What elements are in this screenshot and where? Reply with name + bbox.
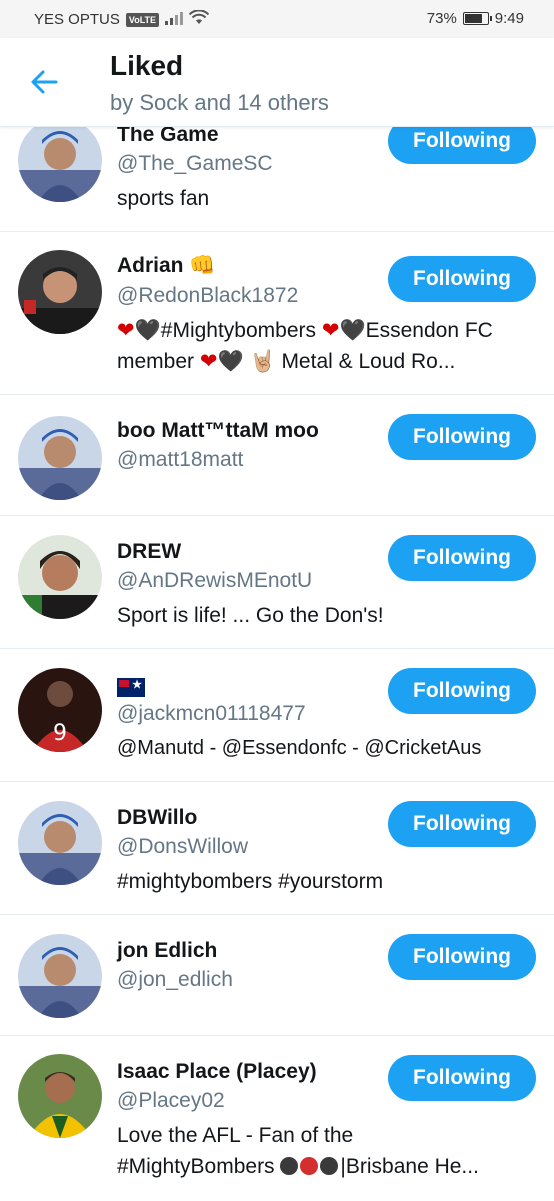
user-handle: @matt18matt [117, 448, 244, 471]
list-item[interactable]: jon Edlich @jon_edlich Following [0, 915, 554, 1036]
avatar[interactable] [18, 934, 102, 1018]
battery-percent: 73% [426, 10, 457, 27]
black-circle-icon [280, 1157, 299, 1175]
user-handle: @jon_edlich [117, 968, 233, 991]
following-button[interactable]: Following [388, 414, 536, 460]
volte-badge: VoLTE [125, 12, 160, 27]
user-bio: Love the AFL - Fan of the #MightyBombers… [117, 1124, 479, 1178]
avatar[interactable] [18, 801, 102, 885]
page-subtitle: by Sock and 14 others [110, 90, 329, 115]
avatar[interactable] [18, 416, 102, 500]
avatar[interactable] [18, 118, 102, 202]
avatar[interactable] [18, 535, 102, 619]
user-bio: #mightybombers #yourstorm [117, 870, 384, 893]
user-name: boo Matt™ttaM moo [117, 419, 319, 442]
svg-text:9: 9 [53, 721, 67, 746]
list-item[interactable]: Isaac Place (Placey) @Placey02 Love the … [0, 1036, 554, 1201]
following-button[interactable]: Following [388, 801, 536, 847]
red-circle-icon [300, 1157, 319, 1175]
signal-icon [165, 11, 184, 29]
list-item[interactable]: DBWillo @DonsWillow #mightybombers #your… [0, 782, 554, 915]
user-bio: @Manutd - @Essendonfc - @CricketAus [117, 737, 482, 759]
user-name: Isaac Place (Placey) [117, 1060, 317, 1083]
user-name: Adrian 👊 [117, 254, 216, 277]
list-item[interactable]: 9 @jackmcn01118477 @Manutd - @Essendonfc… [0, 649, 554, 782]
list-item[interactable]: DREW @AnDRewisMEnotU Sport is life! ... … [0, 516, 554, 649]
user-handle: @Placey02 [117, 1089, 225, 1112]
black-circle-icon [320, 1157, 339, 1175]
user-handle: @DonsWillow [117, 835, 249, 858]
list-item[interactable]: boo Matt™ttaM moo @matt18matt Following [0, 395, 554, 516]
user-name: DBWillo [117, 806, 198, 829]
user-name [117, 675, 145, 699]
avatar[interactable] [18, 250, 102, 334]
user-handle: @jackmcn01118477 [117, 702, 306, 725]
user-bio: Sport is life! ... Go the Don's! [117, 604, 384, 627]
user-handle: @The_GameSC [117, 152, 273, 175]
status-bar: YES OPTUS VoLTE 73% 9:49 [0, 0, 554, 38]
top-app-bar: Liked by Sock and 14 others [0, 38, 554, 127]
back-arrow-icon[interactable] [28, 66, 60, 98]
user-bio: ❤🖤#Mightybombers ❤🖤Essendon FC member ❤🖤… [117, 319, 493, 373]
following-button[interactable]: Following [388, 535, 536, 581]
battery-icon [462, 12, 492, 25]
wifi-icon [188, 9, 210, 29]
following-button[interactable]: Following [388, 934, 536, 980]
user-name: DREW [117, 540, 182, 563]
australia-flag-icon [117, 677, 145, 697]
avatar[interactable] [18, 1054, 102, 1138]
user-handle: @RedonBlack1872 [117, 284, 299, 307]
page-title: Liked [110, 50, 184, 81]
user-name: jon Edlich [117, 939, 218, 962]
carrier-label: YES OPTUS [34, 11, 120, 28]
following-button[interactable]: Following [388, 1055, 536, 1101]
user-bio: sports fan [117, 187, 210, 210]
following-button[interactable]: Following [388, 668, 536, 714]
liked-by-list: The Game @The_GameSC sports fan Followin… [0, 88, 554, 1201]
user-handle: @AnDRewisMEnotU [117, 569, 313, 592]
following-button[interactable]: Following [388, 256, 536, 302]
list-item[interactable]: Adrian 👊 @RedonBlack1872 ❤🖤#Mightybomber… [0, 232, 554, 395]
avatar[interactable]: 9 [18, 668, 102, 752]
clock: 9:49 [494, 10, 524, 27]
